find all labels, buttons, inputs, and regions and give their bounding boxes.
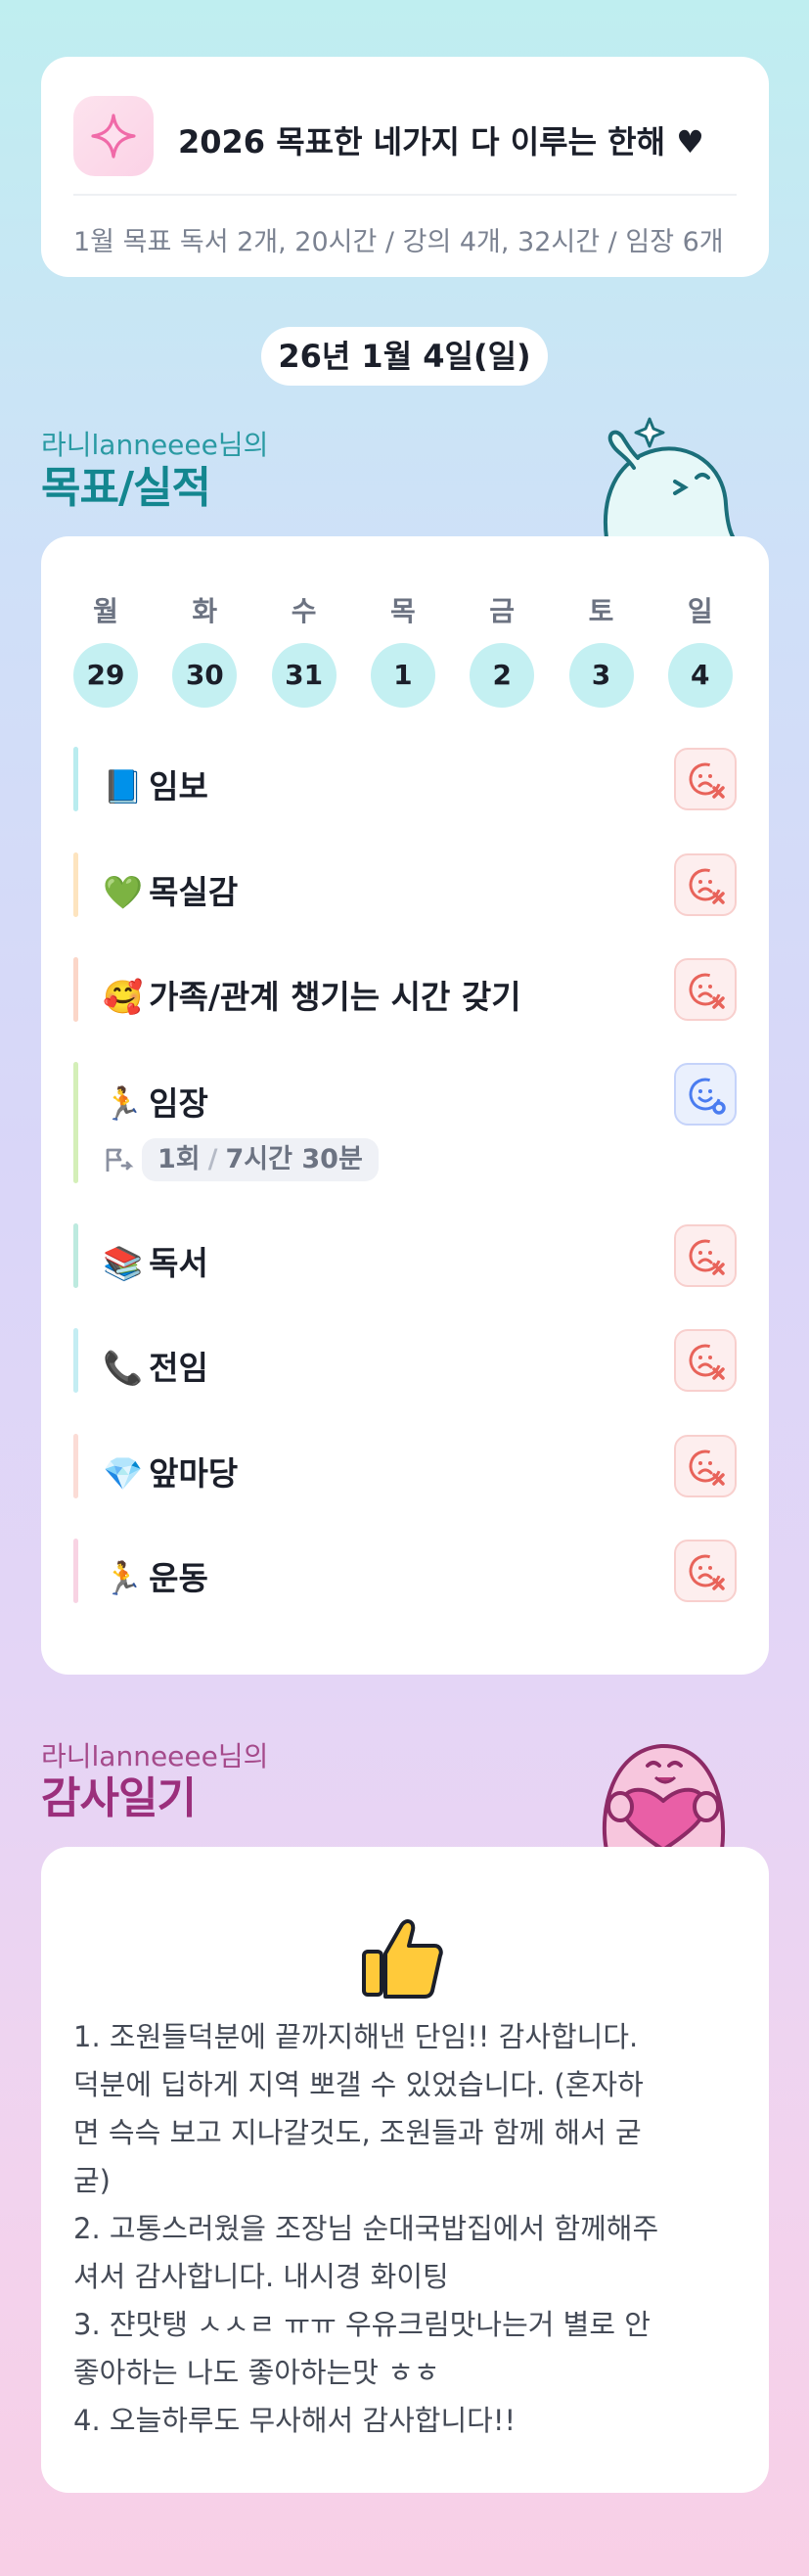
- day-number[interactable]: 3: [568, 643, 634, 708]
- weekday-label: 토: [588, 595, 614, 627]
- day-column[interactable]: 화 30: [172, 590, 238, 708]
- thanks-section-title: 감사일기: [41, 1773, 197, 1823]
- goal-row[interactable]: 🏃 임장 1회/7시간 30분: [73, 1062, 737, 1183]
- goal-emoji-icon: 🥰: [103, 978, 144, 1016]
- heart-mascot-icon: [602, 1743, 726, 1850]
- session-time: 7시간 30분: [225, 1144, 363, 1174]
- goal-emoji-icon: 📘: [103, 767, 144, 805]
- goal-label: 앞마당: [149, 1454, 239, 1493]
- thanks-line: 2. 고통스러웠을 조장님 순대국밥집에서 함께해주: [73, 2212, 659, 2245]
- goal-row[interactable]: 🏃 운동: [73, 1539, 737, 1603]
- goal-label: 목실감: [149, 873, 239, 911]
- flag-route-icon: [106, 1148, 134, 1172]
- goal-name: 📚 독서: [103, 1237, 208, 1284]
- goal-label: 임보: [149, 767, 208, 805]
- weekday-label: 월: [93, 595, 118, 627]
- missed-status-icon[interactable]: [674, 958, 737, 1021]
- goal-label: 가족/관계 챙기는 시간 갖기: [149, 978, 521, 1016]
- weekday-label: 목: [390, 595, 416, 627]
- goal-name: 📞 전임: [103, 1342, 208, 1389]
- weekday-label: 금: [489, 595, 516, 627]
- goal-label: 운동: [149, 1559, 208, 1597]
- goal-emoji-icon: 📞: [103, 1349, 144, 1387]
- goal-label: 임장: [149, 1084, 208, 1123]
- goal-emoji-icon: 💎: [103, 1454, 144, 1493]
- thanks-line: 면 슥슥 보고 지나갈것도, 조원들과 함께 해서 굳: [73, 2116, 642, 2149]
- goal-name: 📘 임보: [103, 760, 208, 807]
- goal-color-bar: [73, 1539, 78, 1603]
- goal-emoji-icon: 📚: [103, 1244, 144, 1282]
- goal-color-bar: [73, 1223, 78, 1288]
- day-number[interactable]: 2: [470, 643, 535, 708]
- session-count: 1회: [157, 1144, 201, 1174]
- goal-emoji-icon: 🏃: [103, 1559, 144, 1597]
- goal-color-bar: [73, 852, 78, 917]
- goal-color-bar: [73, 1328, 78, 1393]
- goal-row[interactable]: 💚 목실감: [73, 852, 737, 917]
- goal-row[interactable]: 📘 임보: [73, 747, 737, 811]
- achieved-status-icon[interactable]: [674, 1063, 737, 1126]
- day-column[interactable]: 수 31: [271, 590, 337, 708]
- day-number[interactable]: 29: [73, 643, 138, 708]
- goals-card: 월 29 화 30 수 31 목 1 금 2 토 3 일 4 📘 임보 💚 목실감 🥰 가족/관계 챙기는 시간 갖…: [41, 536, 769, 1675]
- goal-name: 🏃 임장: [103, 1078, 208, 1125]
- day-column[interactable]: 월 29: [73, 590, 138, 708]
- goal-subtitle: 1월 목표 독서 2개, 20시간 / 강의 4개, 32시간 / 임장 6개: [73, 227, 724, 257]
- day-number[interactable]: 1: [370, 643, 435, 708]
- goal-row[interactable]: 🥰 가족/관계 챙기는 시간 갖기: [73, 957, 737, 1022]
- thumbs-up-icon: [362, 1919, 443, 1999]
- day-number[interactable]: 30: [172, 643, 238, 708]
- day-column[interactable]: 토3: [568, 590, 634, 708]
- thanks-line: 덕분에 딥하게 지역 뽀갤 수 있었습니다. (혼자하: [73, 2068, 644, 2101]
- thanks-line: 1. 조원들덕분에 끝까지해낸 단임!! 감사합니다.: [73, 2020, 639, 2053]
- day-column[interactable]: 목1: [370, 590, 435, 708]
- goal-name: 💚 목실감: [103, 866, 238, 913]
- goal-color-bar: [73, 747, 78, 811]
- sparkle-icon: [73, 96, 154, 176]
- day-number[interactable]: 31: [271, 643, 337, 708]
- missed-status-icon[interactable]: [674, 1540, 737, 1602]
- goal-emoji-icon: 🏃: [103, 1084, 144, 1123]
- missed-status-icon[interactable]: [674, 1224, 737, 1287]
- goal-color-bar: [73, 957, 78, 1022]
- day-number[interactable]: 4: [667, 643, 733, 708]
- divider: [73, 194, 737, 196]
- missed-status-icon[interactable]: [674, 1435, 737, 1497]
- thanks-line: 4. 오늘하루도 무사해서 감사합니다!!: [73, 2404, 517, 2437]
- goal-row[interactable]: 📞 전임: [73, 1328, 737, 1393]
- goals-section-title: 목표/실적: [41, 463, 211, 513]
- goal-card[interactable]: 2026 목표한 네가지 다 이루는 한해 ♥ 1월 목표 독서 2개, 20시…: [41, 57, 769, 277]
- thanks-line: 굳): [73, 2164, 111, 2197]
- goal-label: 독서: [149, 1244, 208, 1282]
- goal-title: 2026 목표한 네가지 다 이루는 한해 ♥: [178, 123, 704, 161]
- goal-color-bar: [73, 1434, 78, 1498]
- goal-color-bar: [73, 1062, 78, 1183]
- thanks-text: 1. 조원들덕분에 끝까지해낸 단임!! 감사합니다. 덕분에 딥하게 지역 뽀갤…: [73, 2013, 737, 2445]
- goal-name: 💎 앞마당: [103, 1448, 238, 1495]
- session-pill: 1회/7시간 30분: [142, 1138, 379, 1181]
- goal-row[interactable]: 📚 독서: [73, 1223, 737, 1288]
- day-column[interactable]: 금2: [470, 590, 535, 708]
- missed-status-icon[interactable]: [674, 1329, 737, 1392]
- thanks-line: 셔서 감사합니다. 내시경 화이팅: [73, 2260, 449, 2293]
- day-column[interactable]: 일4: [667, 590, 733, 708]
- session-separator: /: [207, 1144, 218, 1174]
- ghost-mascot-icon: [604, 417, 737, 538]
- weekday-label: 화: [192, 595, 218, 627]
- goal-label: 전임: [149, 1349, 208, 1387]
- missed-status-icon[interactable]: [674, 853, 737, 916]
- thanks-line: 3. 쟌맛탱 ㅅㅅㄹ ㅠㅠ 우유크림맛나는거 별로 안: [73, 2308, 651, 2341]
- weekday-label: 일: [687, 595, 713, 627]
- goal-row[interactable]: 💎 앞마당: [73, 1434, 737, 1498]
- weekday-label: 수: [291, 595, 317, 627]
- thanks-line: 좋아하는 나도 좋아하는맛 ㅎㅎ: [73, 2356, 440, 2389]
- thanks-card: 1. 조원들덕분에 끝까지해낸 단임!! 감사합니다. 덕분에 딥하게 지역 뽀갤…: [41, 1847, 769, 2493]
- missed-status-icon[interactable]: [674, 748, 737, 810]
- goal-name: 🥰 가족/관계 챙기는 시간 갖기: [103, 971, 521, 1018]
- date-label: 26년 1월 4일(일): [261, 327, 548, 386]
- goal-name: 🏃 운동: [103, 1552, 208, 1599]
- goal-emoji-icon: 💚: [103, 873, 144, 911]
